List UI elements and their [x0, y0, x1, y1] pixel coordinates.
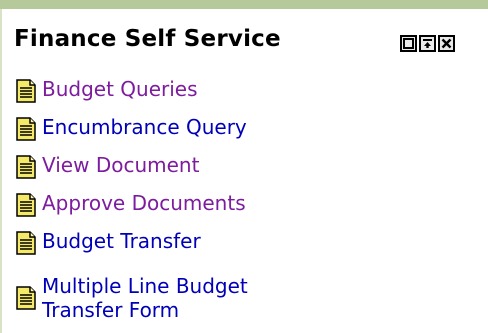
minimize-button[interactable] [400, 35, 417, 52]
portlet-header-bar [0, 0, 488, 9]
close-button[interactable] [438, 35, 455, 52]
portlet-controls [400, 35, 455, 52]
document-icon [16, 155, 36, 179]
list-item: View Document [16, 153, 476, 191]
portlet-title: Finance Self Service [14, 26, 281, 52]
document-icon [16, 286, 36, 310]
finance-link-list: Budget Queries Encumbrance Query View Do… [16, 77, 476, 329]
list-item: Budget Queries [16, 77, 476, 115]
list-item: Approve Documents [16, 191, 476, 229]
document-icon [16, 117, 36, 141]
link-budget-transfer[interactable]: Budget Transfer [42, 229, 201, 253]
restore-icon [403, 38, 414, 49]
document-icon [16, 231, 36, 255]
list-item: Encumbrance Query [16, 115, 476, 153]
link-multiple-line-budget-transfer-form[interactable]: Multiple Line Budget Transfer Form [42, 274, 302, 322]
move-top-button[interactable] [419, 35, 436, 52]
list-item: Budget Transfer [16, 229, 476, 267]
document-icon [16, 79, 36, 103]
link-approve-documents[interactable]: Approve Documents [42, 191, 246, 215]
list-item: Multiple Line Budget Transfer Form [16, 267, 476, 329]
document-icon [16, 193, 36, 217]
link-encumbrance-query[interactable]: Encumbrance Query [42, 115, 247, 139]
portlet-left-border [0, 9, 2, 333]
close-icon [441, 38, 452, 49]
finance-self-service-portlet: Finance Self Service Budget Queries Encu… [0, 0, 488, 333]
move-top-icon [423, 39, 432, 48]
link-view-document[interactable]: View Document [42, 153, 199, 177]
link-budget-queries[interactable]: Budget Queries [42, 77, 198, 101]
